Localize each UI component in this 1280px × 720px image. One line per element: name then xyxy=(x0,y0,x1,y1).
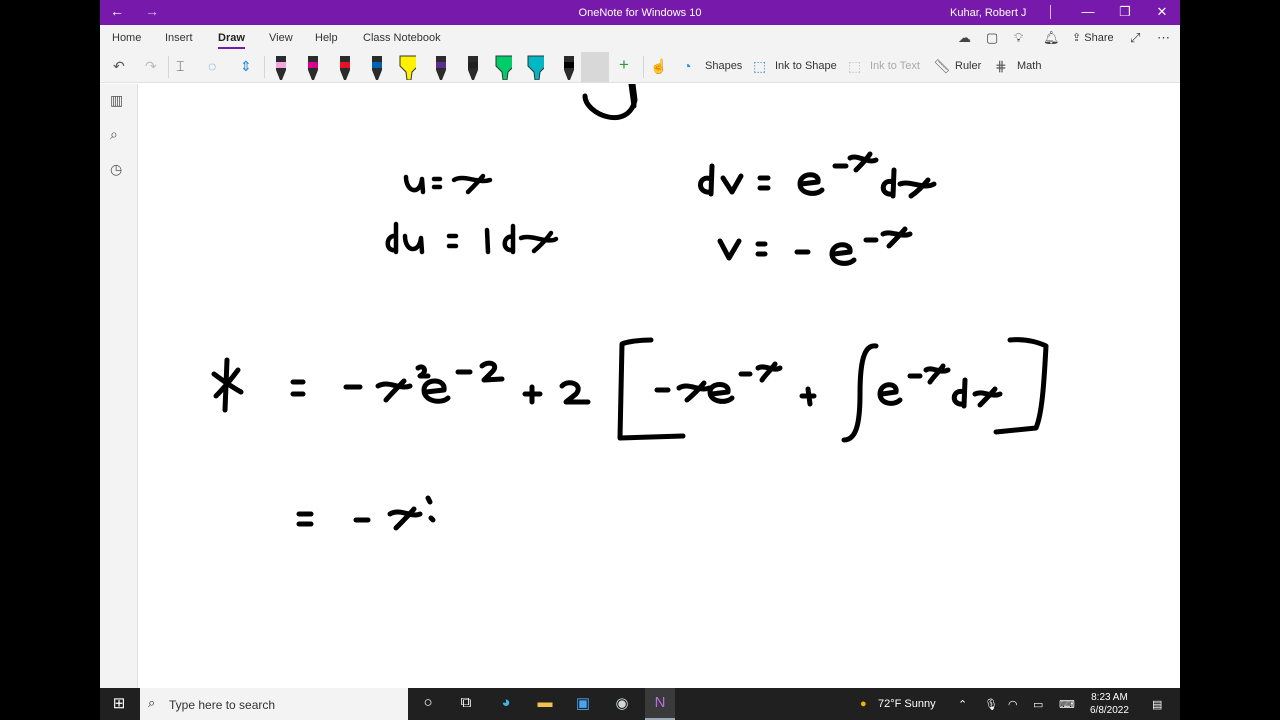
share-button[interactable]: ⇪ Share xyxy=(1072,31,1114,44)
ink-u-equals-x xyxy=(403,173,493,195)
ink-to-text-icon: ⬚ xyxy=(848,58,862,74)
highlighter-9[interactable] xyxy=(526,54,544,80)
onenote-icon: N xyxy=(654,694,666,711)
ruler-icon[interactable]: 📏︎ xyxy=(933,58,951,75)
tab-view[interactable]: View xyxy=(269,32,293,44)
share-icon: ⇪ xyxy=(1072,32,1085,44)
windows-start-icon[interactable]: ⊞ xyxy=(108,694,130,712)
ruler-button[interactable]: Ruler xyxy=(955,60,981,72)
minimize-button[interactable]: — xyxy=(1078,4,1098,19)
onenote-taskbar-active[interactable]: N xyxy=(645,688,675,720)
highlighter-8[interactable] xyxy=(494,54,512,80)
add-pen-icon[interactable]: + xyxy=(619,55,629,75)
navigation-rail: ▥ ⌕ ◷ xyxy=(100,84,138,688)
ink-stroke-top-line xyxy=(628,84,637,109)
title-separator xyxy=(1050,5,1051,19)
sync-icon[interactable]: ☁ xyxy=(958,30,971,46)
tab-draw[interactable]: Draw xyxy=(218,32,245,49)
add-space-icon[interactable]: ⇕ xyxy=(240,58,252,75)
battery-icon[interactable]: ▭ xyxy=(1033,698,1043,711)
page-canvas[interactable] xyxy=(138,84,1180,688)
ribbon-tabs: Home Insert Draw View Help Class Noteboo… xyxy=(100,25,1180,51)
microsoft-store-icon[interactable]: ▣ xyxy=(572,694,594,712)
lasso-select-icon[interactable]: ◌ xyxy=(208,58,216,74)
pen-1[interactable] xyxy=(270,54,288,80)
share-label: Share xyxy=(1084,32,1114,44)
onenote-window: ← → OneNote for Windows 10 Kuhar, Robert… xyxy=(100,0,1180,688)
ink-du-equals-1dx xyxy=(385,221,559,255)
ink-to-shape-icon[interactable]: ⬚ xyxy=(753,58,766,75)
weather-icon: ● xyxy=(860,698,867,710)
undo-icon[interactable]: ↶ xyxy=(113,58,125,75)
pen-3[interactable] xyxy=(334,54,352,80)
search-icon: ⌕ xyxy=(148,695,156,710)
cortana-icon[interactable]: ○ xyxy=(417,694,439,711)
tab-insert[interactable]: Insert xyxy=(165,32,193,44)
close-button[interactable]: ✕ xyxy=(1152,4,1172,20)
math-button[interactable]: Math xyxy=(1017,60,1041,72)
taskbar-search-box[interactable]: ⌕ Type here to search xyxy=(140,688,408,720)
toolbar-separator xyxy=(264,56,265,78)
chevron-up-icon[interactable]: ⌃ xyxy=(958,698,967,711)
fullscreen-icon[interactable]: ⤢ xyxy=(1130,30,1140,46)
ink-dv-equals xyxy=(698,151,937,199)
system-clock[interactable]: 8:23 AM 6/8/2022 xyxy=(1090,691,1129,717)
clock-date: 6/8/2022 xyxy=(1090,705,1129,716)
restore-button[interactable]: ❐ xyxy=(1115,4,1135,20)
tab-help[interactable]: Help xyxy=(315,32,338,44)
tab-class-notebook[interactable]: Class Notebook xyxy=(363,32,441,44)
shapes-button[interactable]: Shapes xyxy=(705,60,742,72)
shapes-icon[interactable]: ◔ xyxy=(683,58,691,74)
file-explorer-icon[interactable]: ▬ xyxy=(534,694,556,711)
type-select-icon[interactable]: ⌶ xyxy=(176,58,184,75)
redo-icon[interactable]: ↷ xyxy=(145,58,157,75)
math-icon[interactable]: ⋕ xyxy=(995,58,1007,75)
ink-to-text-button: Ink to Text xyxy=(870,60,920,72)
weather-text[interactable]: 72°F Sunny xyxy=(878,698,936,710)
task-view-icon[interactable]: ⧉ xyxy=(455,694,477,711)
pen-4[interactable] xyxy=(366,54,384,80)
toolbar-separator xyxy=(643,56,644,78)
ink-v-equals xyxy=(717,226,913,266)
windows-taskbar: ⊞ ⌕ Type here to search ○ ⧉ ◕ ▬ ▣ ◉ N ● … xyxy=(100,688,1180,720)
search-placeholder: Type here to search xyxy=(169,698,276,712)
ink-layer xyxy=(211,84,1049,531)
keyboard-icon[interactable]: ⌨ xyxy=(1059,698,1075,711)
title-bar: ← → OneNote for Windows 10 Kuhar, Robert… xyxy=(100,0,1180,25)
wifi-icon[interactable]: ◠ xyxy=(1008,698,1018,711)
ink-stroke-top xyxy=(582,84,638,121)
recent-notes-icon[interactable]: ◷ xyxy=(110,161,122,178)
bell-icon[interactable]: 🔔︎ xyxy=(1043,30,1060,46)
notifications-icon[interactable]: ▤ xyxy=(1152,698,1162,711)
tab-home[interactable]: Home xyxy=(112,32,141,44)
selected-pen-highlight xyxy=(581,52,609,82)
pen-7[interactable] xyxy=(462,54,480,80)
pen-6[interactable] xyxy=(430,54,448,80)
highlighter-5[interactable] xyxy=(398,54,416,80)
ink-main-equation xyxy=(211,337,1049,443)
ink-replay-icon[interactable]: ☝ xyxy=(650,58,667,75)
pen-10[interactable] xyxy=(558,54,576,80)
notebooks-icon[interactable]: ▥ xyxy=(110,92,123,109)
ink-second-line xyxy=(296,495,436,531)
ink-to-shape-button[interactable]: Ink to Shape xyxy=(775,60,837,72)
search-icon[interactable]: ⌕ xyxy=(110,126,118,143)
lightbulb-icon[interactable]: 💡︎ xyxy=(1014,30,1023,46)
clock-time: 8:23 AM xyxy=(1091,692,1128,703)
draw-toolbar: ↶ ↷ ⌶ ◌ ⇕ + ☝ ◔ Shapes ⬚ Ink to Shape ⬚ … xyxy=(100,51,1180,83)
pen-2[interactable] xyxy=(302,54,320,80)
more-options-icon[interactable]: ⋯ xyxy=(1157,30,1170,46)
user-name[interactable]: Kuhar, Robert J xyxy=(950,7,1026,19)
notifications-page-icon[interactable]: ▢ xyxy=(986,30,998,46)
microphone-icon[interactable]: 🎙︎ xyxy=(984,698,998,711)
toolbar-separator xyxy=(168,56,169,78)
media-app-icon[interactable]: ◉ xyxy=(611,694,633,712)
edge-browser-icon[interactable]: ◕ xyxy=(495,694,517,711)
